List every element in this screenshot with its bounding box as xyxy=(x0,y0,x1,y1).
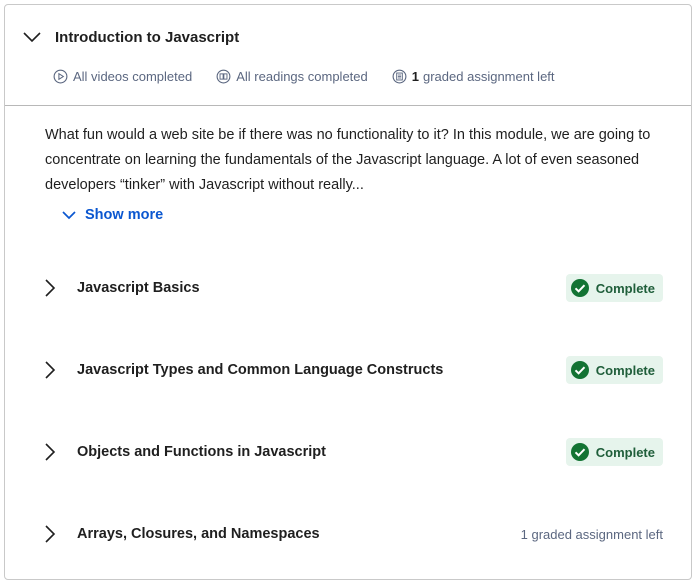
complete-label: Complete xyxy=(595,362,655,378)
complete-badge: Complete xyxy=(565,274,663,302)
videos-status-label: All videos completed xyxy=(73,69,193,84)
lesson-row: Javascript Types and Common Language Con… xyxy=(41,355,663,385)
lesson-toggle[interactable]: Javascript Basics xyxy=(41,277,200,299)
lesson-title: Objects and Functions in Javascript xyxy=(77,444,326,460)
play-circle-icon xyxy=(53,69,68,84)
graded-count: 1 xyxy=(411,69,419,84)
assignment-icon xyxy=(392,69,407,84)
lesson-row: Javascript Basics Complete xyxy=(41,273,663,303)
graded-status: 1 graded assignment left xyxy=(392,69,555,84)
module-toggle[interactable]: Introduction to Javascript xyxy=(21,23,239,51)
lesson-title: Arrays, Closures, and Namespaces xyxy=(77,526,320,542)
module-description: What fun would a web site be if there wa… xyxy=(45,127,651,193)
module-card: Introduction to Javascript All videos co… xyxy=(4,4,692,580)
complete-label: Complete xyxy=(595,280,655,296)
graded-assignment-note: 1 graded assignment left xyxy=(520,526,663,542)
show-more-button[interactable]: Show more xyxy=(61,207,163,223)
lesson-title: Javascript Basics xyxy=(77,280,200,296)
lesson-row: Arrays, Closures, and Namespaces 1 grade… xyxy=(41,519,663,549)
module-meta: All videos completed All readings comple… xyxy=(53,69,579,84)
module-title: Introduction to Javascript xyxy=(55,28,240,46)
lesson-toggle[interactable]: Javascript Types and Common Language Con… xyxy=(41,359,443,381)
chevron-right-icon xyxy=(45,279,56,297)
graded-status-label: graded assignment left xyxy=(423,69,555,84)
complete-badge: Complete xyxy=(565,356,663,384)
check-circle-icon xyxy=(570,443,589,461)
videos-status: All videos completed xyxy=(53,69,192,84)
readings-status: All readings completed xyxy=(216,69,368,84)
check-circle-icon xyxy=(570,361,589,379)
readings-status-label: All readings completed xyxy=(236,69,368,84)
module-header: Introduction to Javascript All videos co… xyxy=(5,5,691,106)
complete-badge: Complete xyxy=(565,438,663,466)
chevron-down-icon xyxy=(62,211,76,220)
chevron-down-icon xyxy=(23,32,41,43)
lesson-title: Javascript Types and Common Language Con… xyxy=(77,362,444,378)
lesson-toggle[interactable]: Objects and Functions in Javascript xyxy=(41,441,326,463)
lesson-toggle[interactable]: Arrays, Closures, and Namespaces xyxy=(41,523,320,545)
complete-label: Complete xyxy=(595,444,655,460)
chevron-right-icon xyxy=(45,361,56,379)
show-more-label: Show more xyxy=(85,207,164,223)
chevron-right-icon xyxy=(45,525,56,543)
lesson-row: Objects and Functions in Javascript Comp… xyxy=(41,437,663,467)
book-icon xyxy=(216,69,231,84)
check-circle-icon xyxy=(570,279,589,297)
chevron-right-icon xyxy=(45,443,56,461)
